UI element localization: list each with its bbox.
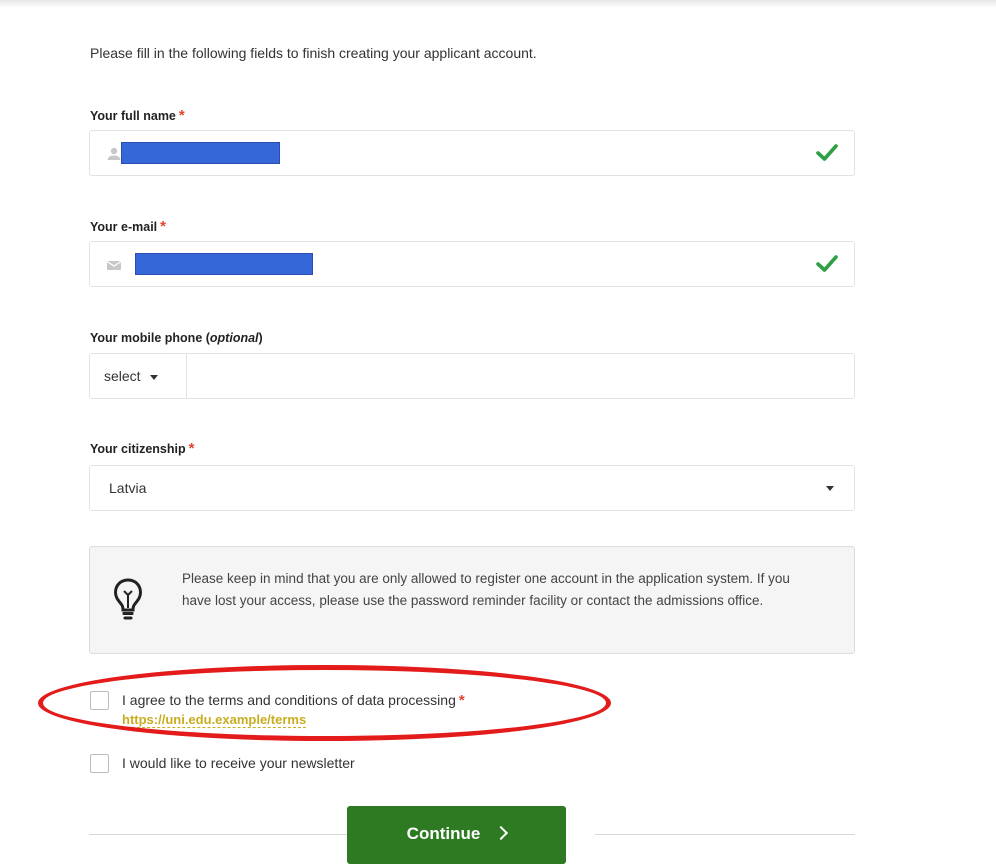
check-icon bbox=[816, 144, 838, 161]
divider-right bbox=[595, 834, 855, 835]
terms-link[interactable]: https://uni.edu.example/terms bbox=[122, 712, 307, 728]
phone-input[interactable] bbox=[188, 354, 852, 398]
terms-label: I agree to the terms and conditions of d… bbox=[122, 692, 465, 709]
envelope-icon bbox=[106, 260, 122, 270]
lightbulb-icon bbox=[113, 578, 143, 620]
continue-button[interactable]: Continue bbox=[347, 806, 566, 864]
phone-label-close: ) bbox=[258, 331, 263, 345]
intro-text: Please fill in the following fields to f… bbox=[90, 45, 537, 61]
info-box: Please keep in mind that you are only al… bbox=[89, 546, 855, 654]
email-field[interactable] bbox=[89, 241, 855, 287]
terms-label-text: I agree to the terms and conditions of d… bbox=[122, 692, 456, 708]
citizenship-select[interactable]: Latvia bbox=[89, 465, 855, 511]
required-mark: * bbox=[160, 218, 166, 235]
fullname-field[interactable] bbox=[89, 130, 855, 176]
phone-label: Your mobile phone (optional) bbox=[90, 331, 263, 345]
top-shadow-bar bbox=[0, 0, 996, 8]
country-code-select[interactable]: select bbox=[90, 354, 187, 398]
citizenship-value: Latvia bbox=[109, 480, 147, 496]
phone-label-text: Your mobile phone ( bbox=[90, 331, 210, 345]
required-mark: * bbox=[178, 107, 185, 124]
phone-label-optional: optional bbox=[209, 331, 259, 345]
newsletter-checkbox[interactable] bbox=[90, 754, 109, 773]
continue-button-label: Continue bbox=[406, 824, 481, 843]
redacted-name-value bbox=[121, 142, 280, 164]
citizenship-label: Your citizenship * bbox=[90, 440, 194, 457]
newsletter-label: I would like to receive your newsletter bbox=[122, 755, 355, 771]
caret-down-icon bbox=[149, 374, 158, 380]
divider-left bbox=[89, 834, 349, 835]
country-code-select-value: select bbox=[104, 368, 141, 384]
required-mark: * bbox=[458, 692, 465, 709]
required-mark: * bbox=[188, 440, 195, 457]
info-text: Please keep in mind that you are only al… bbox=[182, 571, 790, 608]
chevron-right-icon bbox=[494, 825, 509, 840]
email-label-text: Your e-mail bbox=[90, 220, 158, 234]
citizenship-label-text: Your citizenship bbox=[90, 442, 186, 456]
redacted-email-value bbox=[135, 253, 313, 275]
terms-checkbox[interactable] bbox=[90, 691, 109, 710]
fullname-label-text: Your full name bbox=[90, 109, 176, 123]
caret-down-icon bbox=[826, 486, 834, 491]
email-label: Your e-mail * bbox=[90, 218, 166, 235]
fullname-label: Your full name * bbox=[90, 107, 185, 124]
phone-field: select bbox=[89, 353, 855, 399]
check-icon bbox=[816, 255, 838, 272]
